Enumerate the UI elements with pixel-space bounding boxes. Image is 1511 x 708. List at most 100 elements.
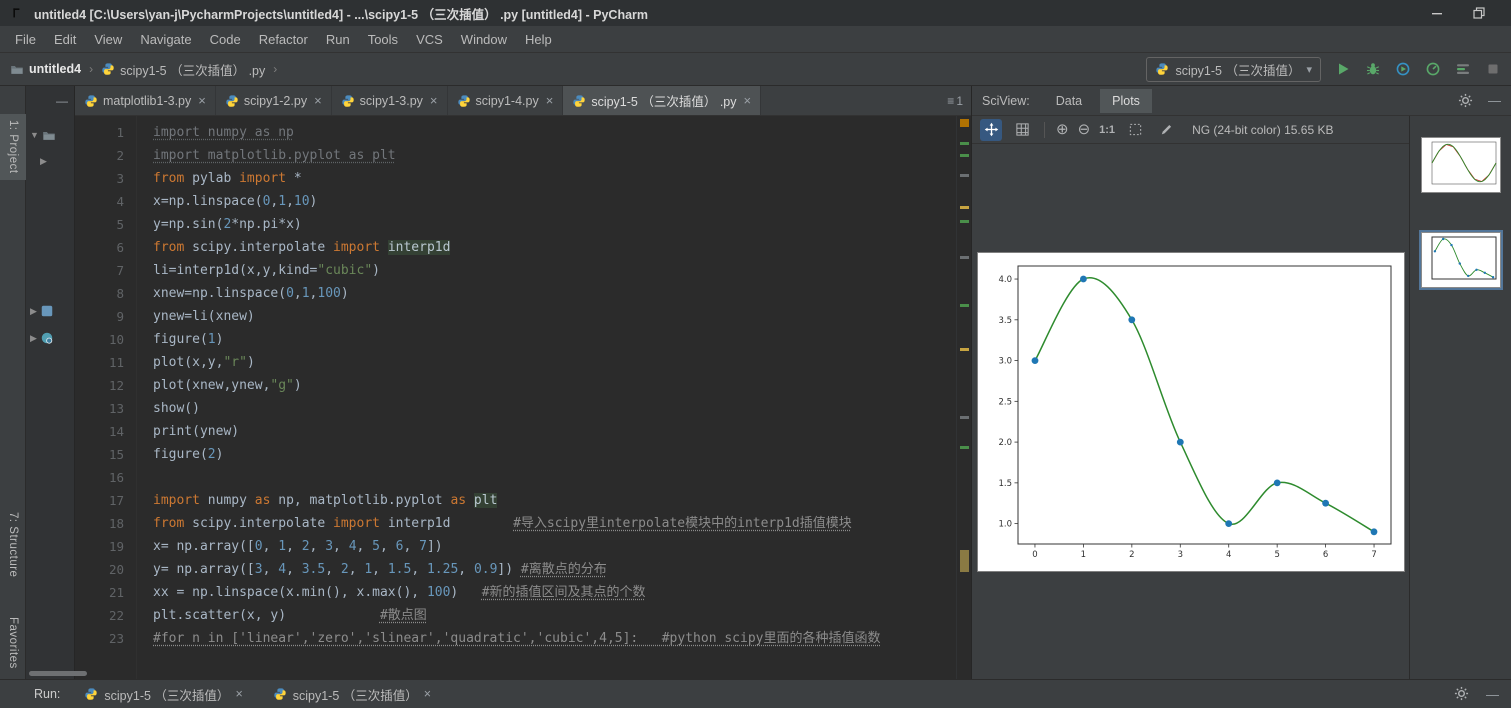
plot-thumbnail-figure2[interactable] bbox=[1421, 232, 1501, 288]
line-number-gutter: 1234567891011121314151617181920212223 bbox=[75, 116, 137, 679]
stripe-marker bbox=[960, 348, 969, 351]
svg-text:6: 6 bbox=[1322, 550, 1327, 560]
stop-button bbox=[1485, 61, 1501, 77]
python-file-icon bbox=[84, 687, 98, 701]
code-line: li=interp1d(x,y,kind="cubic") bbox=[153, 259, 956, 282]
stripe-marker bbox=[960, 256, 969, 259]
menu-code[interactable]: Code bbox=[201, 26, 250, 53]
pycharm-logo-icon bbox=[10, 5, 26, 21]
folder-icon bbox=[10, 62, 24, 76]
menu-refactor[interactable]: Refactor bbox=[250, 26, 317, 53]
editor-tab-scipy1-4[interactable]: scipy1-4.py × bbox=[448, 86, 564, 115]
menu-window[interactable]: Window bbox=[452, 26, 516, 53]
python-file-icon bbox=[457, 94, 471, 108]
tool-window-button-favorites[interactable]: Favorites bbox=[0, 611, 26, 675]
hide-project-panel-icon[interactable]: — bbox=[56, 94, 68, 108]
svg-text:7: 7 bbox=[1371, 550, 1376, 560]
menu-help[interactable]: Help bbox=[516, 26, 561, 53]
chevron-down-icon: ▾ bbox=[1306, 63, 1312, 76]
concurrency-diagram-button[interactable] bbox=[1455, 61, 1471, 77]
menu-edit[interactable]: Edit bbox=[45, 26, 85, 53]
run-tab-2[interactable]: scipy1-5 （三次插值） × bbox=[267, 680, 437, 708]
fit-zoom-icon[interactable] bbox=[1124, 119, 1146, 141]
profiler-button[interactable] bbox=[1425, 61, 1441, 77]
tree-expanded-icon[interactable]: ▼ bbox=[30, 130, 39, 140]
breadcrumb-project[interactable]: untitled4 bbox=[10, 62, 81, 76]
tool-window-button-structure[interactable]: 7: Structure bbox=[0, 506, 26, 583]
menu-vcs[interactable]: VCS bbox=[407, 26, 452, 53]
menu-view[interactable]: View bbox=[85, 26, 131, 53]
svg-text:3.5: 3.5 bbox=[998, 315, 1012, 325]
hide-sciview-icon[interactable]: — bbox=[1488, 93, 1501, 108]
settings-gear-icon[interactable] bbox=[1454, 686, 1470, 702]
close-tab-icon[interactable]: × bbox=[744, 93, 752, 108]
python-file-icon bbox=[1155, 62, 1169, 76]
project-tree-root[interactable]: ▼ bbox=[30, 128, 56, 142]
error-stripe[interactable] bbox=[956, 116, 971, 679]
debug-button[interactable] bbox=[1365, 61, 1381, 77]
python-file-icon bbox=[101, 62, 115, 76]
code-line: from pylab import * bbox=[153, 167, 956, 190]
menu-run[interactable]: Run bbox=[317, 26, 359, 53]
restore-window-icon[interactable] bbox=[1471, 5, 1487, 21]
python-file-icon bbox=[273, 687, 287, 701]
menu-navigate[interactable]: Navigate bbox=[131, 26, 200, 53]
close-tab-icon[interactable]: × bbox=[314, 93, 322, 108]
sciview-tab-plots[interactable]: Plots bbox=[1100, 89, 1152, 113]
edit-pencil-icon[interactable] bbox=[1155, 119, 1177, 141]
menubar: File Edit View Navigate Code Refactor Ru… bbox=[0, 26, 1511, 53]
code-line bbox=[153, 466, 956, 489]
tree-collapsed-icon[interactable]: ▶ bbox=[30, 306, 37, 317]
editor-tab-scipy1-5-active[interactable]: scipy1-5 （三次插值） .py × bbox=[563, 86, 761, 115]
svg-text:5: 5 bbox=[1274, 550, 1279, 560]
tree-collapsed-icon[interactable]: ▶ bbox=[40, 156, 47, 167]
svg-text:2.5: 2.5 bbox=[998, 397, 1012, 407]
code-line: from scipy.interpolate import interp1d bbox=[153, 236, 956, 259]
close-run-tab-icon[interactable]: × bbox=[424, 687, 431, 701]
run-configuration-select[interactable]: scipy1-5 （三次插值） ▾ bbox=[1146, 57, 1321, 82]
editor-tab-scipy1-2[interactable]: scipy1-2.py × bbox=[216, 86, 332, 115]
close-run-tab-icon[interactable]: × bbox=[235, 687, 242, 701]
python-file-icon bbox=[572, 94, 586, 108]
hide-runbar-icon[interactable]: — bbox=[1486, 687, 1499, 702]
project-panel-scrollbar[interactable] bbox=[29, 671, 87, 676]
svg-text:3: 3 bbox=[1177, 550, 1182, 560]
settings-gear-icon[interactable] bbox=[1458, 93, 1474, 109]
project-tree-item[interactable]: ▶ bbox=[40, 156, 47, 167]
run-tab-1[interactable]: scipy1-5 （三次插值） × bbox=[78, 680, 248, 708]
project-tree-scratches[interactable]: ▶ bbox=[30, 331, 54, 345]
code-area[interactable]: import numpy as npimport matplotlib.pypl… bbox=[137, 116, 956, 679]
tool-window-button-project[interactable]: 1: Project bbox=[0, 114, 26, 180]
code-line: show() bbox=[153, 397, 956, 420]
code-line: import numpy as np bbox=[153, 121, 956, 144]
tree-collapsed-icon[interactable]: ▶ bbox=[30, 333, 37, 344]
menu-tools[interactable]: Tools bbox=[359, 26, 407, 53]
svg-text:2: 2 bbox=[1129, 550, 1134, 560]
close-tab-icon[interactable]: × bbox=[546, 93, 554, 108]
plot-thumbnail-figure1[interactable] bbox=[1421, 137, 1501, 193]
menu-file[interactable]: File bbox=[6, 26, 45, 53]
close-tab-icon[interactable]: × bbox=[430, 93, 438, 108]
image-info-text: NG (24-bit color) 15.65 KB bbox=[1192, 123, 1333, 137]
run-with-coverage-button[interactable] bbox=[1395, 61, 1411, 77]
svg-text:0: 0 bbox=[1032, 550, 1037, 560]
python-file-icon bbox=[84, 94, 98, 108]
actual-size-button[interactable]: 1:1 bbox=[1099, 124, 1115, 136]
sciview-tab-data[interactable]: Data bbox=[1044, 89, 1094, 113]
sciview-plot-view: ⊕ ⊖ 1:1 NG (24-bit color) 15.65 KB 01234… bbox=[972, 116, 1409, 679]
project-tree-external-libraries[interactable]: ▶ bbox=[30, 304, 54, 318]
close-tab-icon[interactable]: × bbox=[198, 93, 206, 108]
minimize-window-icon[interactable] bbox=[1429, 5, 1445, 21]
editor-tab-scipy1-3[interactable]: scipy1-3.py × bbox=[332, 86, 448, 115]
scrollbar-thumb[interactable] bbox=[960, 550, 969, 572]
grid-view-button[interactable] bbox=[1011, 119, 1033, 141]
editor-tab-matplotlib1-3[interactable]: matplotlib1-3.py × bbox=[75, 86, 216, 115]
pan-tool-button[interactable] bbox=[980, 119, 1002, 141]
breadcrumb-file[interactable]: scipy1-5 （三次插值） .py bbox=[101, 60, 265, 79]
run-button[interactable] bbox=[1335, 61, 1351, 77]
hidden-tabs-button[interactable]: ≡ 1 bbox=[939, 86, 971, 115]
code-editor[interactable]: 1234567891011121314151617181920212223 im… bbox=[75, 116, 971, 679]
zoom-in-icon[interactable]: ⊕ bbox=[1056, 122, 1069, 137]
interpolation-plot: 012345671.01.52.02.53.03.54.0 bbox=[978, 253, 1404, 571]
zoom-out-icon[interactable]: ⊖ bbox=[1078, 122, 1091, 137]
